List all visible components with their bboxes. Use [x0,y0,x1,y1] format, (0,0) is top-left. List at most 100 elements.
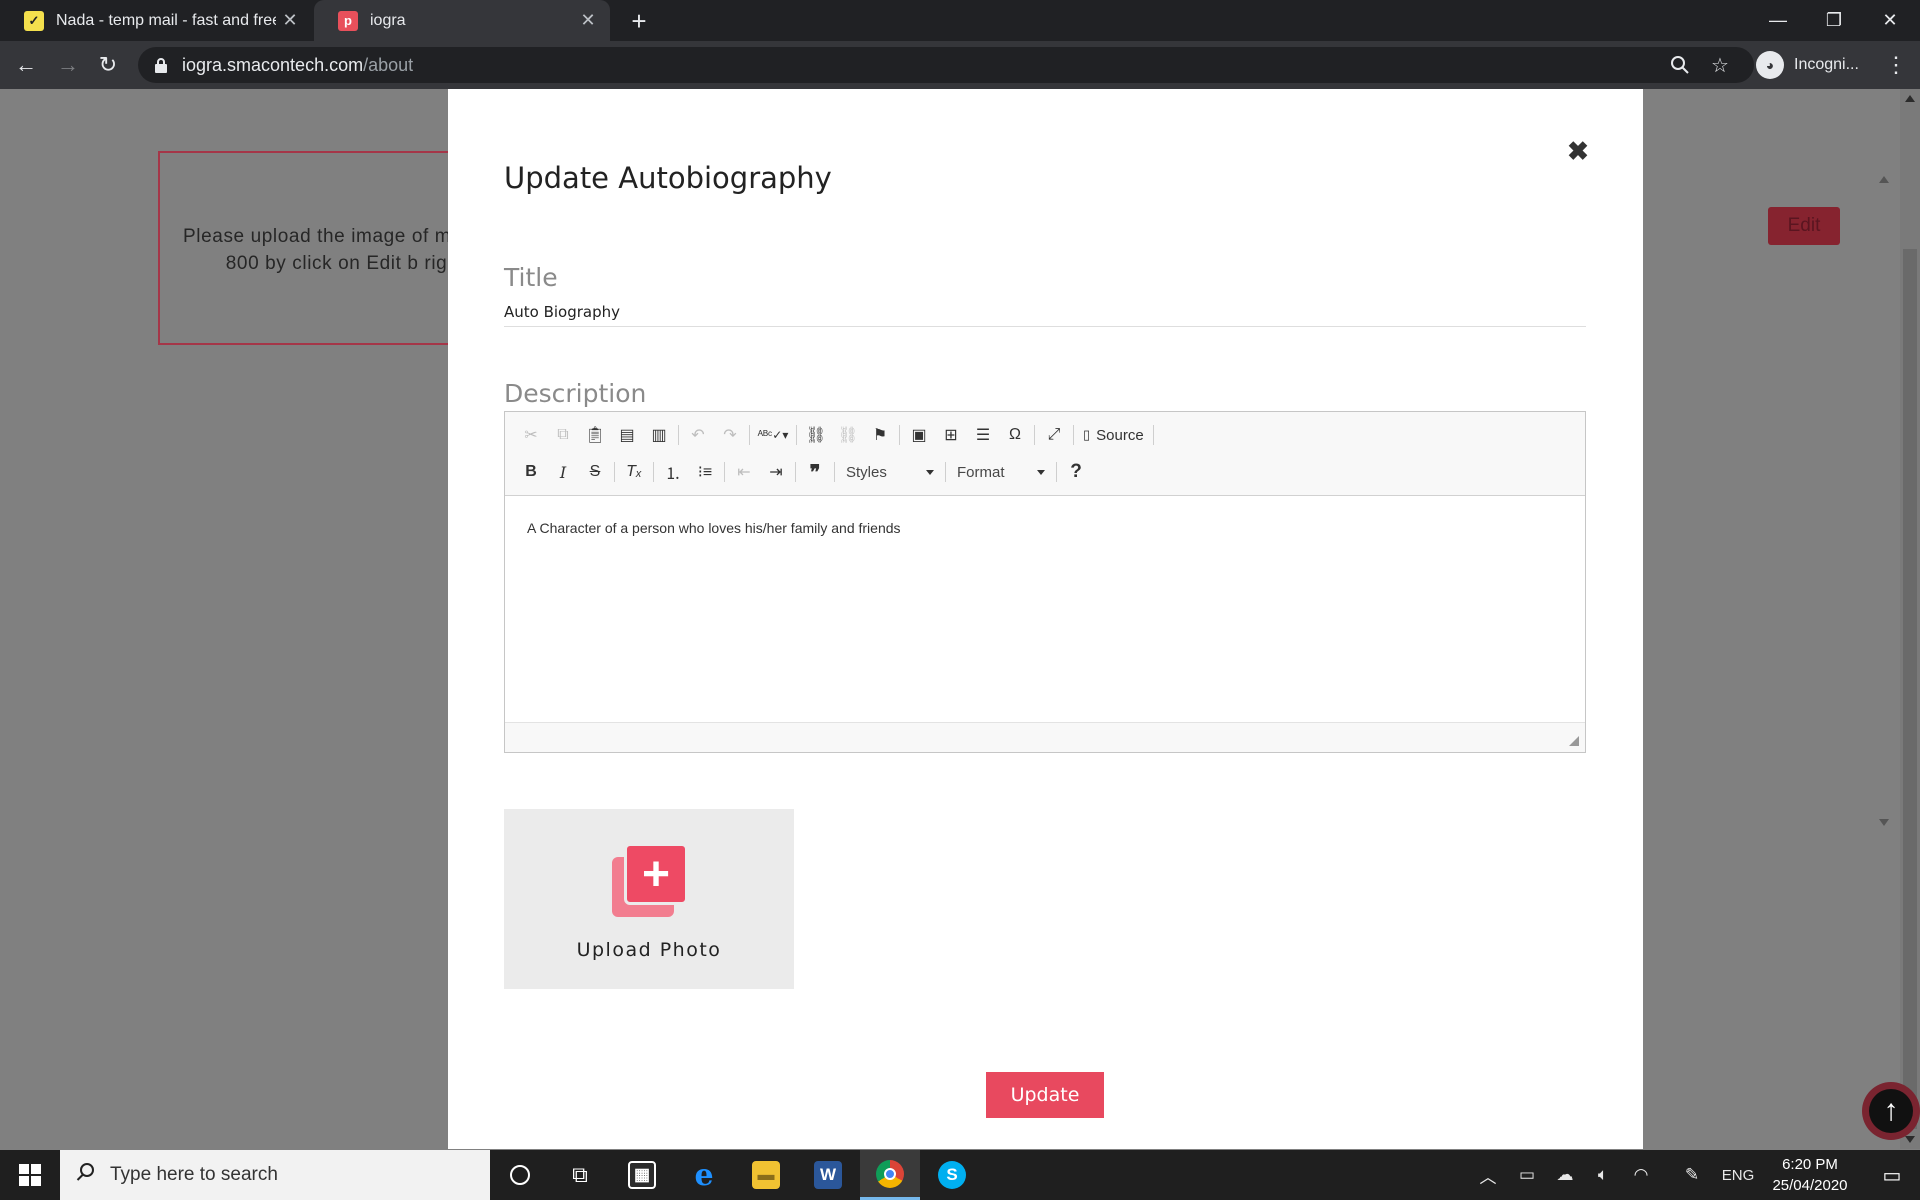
indent-icon[interactable]: ⇥ [760,458,792,486]
cortana-button[interactable] [490,1150,550,1200]
toolbar-separator [899,425,900,445]
format-dropdown[interactable]: Format [949,458,1053,486]
reload-icon[interactable]: ↻ [92,49,124,81]
volume-icon[interactable]: 🔈︎ [1586,1150,1620,1200]
language-indicator[interactable]: ENG [1718,1150,1758,1200]
scroll-up-arrow-icon[interactable] [1905,95,1915,102]
help-icon[interactable]: ? [1060,458,1092,486]
taskbar-search[interactable] [60,1150,490,1200]
blockquote-icon[interactable]: ❞ [799,458,831,486]
address-bar[interactable]: iogra.smacontech.com/about ☆ [138,47,1754,83]
editor-content-area[interactable]: A Character of a person who loves his/he… [505,496,1585,722]
new-tab-button[interactable]: + [624,6,654,36]
special-char-omega-icon[interactable]: Ω [999,421,1031,449]
wifi-icon[interactable]: ◠ [1624,1150,1658,1200]
cut-icon[interactable]: ✂ [515,421,547,449]
paste-word-icon[interactable]: ▥ [643,421,675,449]
update-button[interactable]: Update [986,1072,1104,1118]
resize-handle-icon[interactable] [1569,736,1579,746]
taskbar-word[interactable]: W [798,1150,858,1200]
zoom-icon[interactable] [1662,47,1698,83]
toolbar-separator [1056,462,1057,482]
modal-close-icon[interactable]: ✖ [1558,131,1598,171]
url-text: iogra.smacontech.com/about [182,55,413,76]
copy-icon[interactable]: ⧉ [547,421,579,449]
modal-title: Update Autobiography [504,161,832,195]
store-bag-icon: ▦ [628,1161,656,1189]
window-close-icon[interactable]: ✕ [1862,0,1918,41]
clock-time: 6:20 PM [1782,1156,1838,1173]
scrollbar-thumb[interactable] [1903,249,1917,1129]
start-button[interactable] [0,1150,60,1200]
tab-nada[interactable]: ✓ Nada - temp mail - fast and free ✕ [0,0,312,41]
taskbar-edge[interactable]: e [674,1150,734,1200]
image-icon[interactable]: ▣ [903,421,935,449]
taskbar-clock[interactable]: 6:20 PM 25/04/2020 [1762,1154,1858,1196]
edit-button[interactable]: Edit [1768,207,1840,245]
page-scrollbar[interactable] [1900,89,1920,1149]
italic-icon[interactable]: I [547,458,579,486]
taskbar-chrome[interactable] [860,1150,920,1200]
unlink-icon[interactable]: ⛓ [832,421,864,449]
title-input[interactable] [504,297,1586,327]
outdent-icon[interactable]: ⇤ [728,458,760,486]
update-autobiography-modal: ✖ Update Autobiography Title Description… [448,89,1643,1149]
tray-chevron-up-icon[interactable]: ︿ [1472,1150,1504,1200]
minimize-icon[interactable]: — [1750,0,1806,41]
styles-dropdown[interactable]: Styles [838,458,942,486]
tab-iogra[interactable]: p iogra ✕ [314,0,610,41]
remove-format-icon[interactable]: Tₓ [618,458,650,486]
numbered-list-icon[interactable]: ⒈ [657,458,689,486]
description-label: Description [504,379,647,408]
spellcheck-icon[interactable]: ᴬᴮᶜ✓▾ [753,421,793,449]
bookmark-star-icon[interactable]: ☆ [1702,47,1738,83]
editor-footer [505,722,1585,752]
scroll-to-top-button[interactable]: ↑ [1862,1082,1920,1140]
incognito-profile[interactable]: ◕ Incogni... [1756,47,1859,83]
tab-title: Nada - temp mail - fast and free [56,11,276,29]
anchor-flag-icon[interactable]: ⚑ [864,421,896,449]
taskbar-skype[interactable]: S [922,1150,982,1200]
battery-icon[interactable]: ▭ [1510,1150,1544,1200]
url-path: /about [363,54,414,75]
close-icon[interactable]: ✕ [574,7,602,35]
menu-kebab-icon[interactable]: ⋮ [1880,49,1912,81]
skype-icon: S [938,1161,966,1189]
taskbar-store[interactable]: ▦ [612,1150,672,1200]
undo-icon[interactable]: ↶ [682,421,714,449]
toolbar-separator [678,425,679,445]
redo-icon[interactable]: ↷ [714,421,746,449]
pen-workspace-icon[interactable]: ✎ [1674,1150,1710,1200]
clock-date: 25/04/2020 [1772,1177,1848,1194]
paste-text-icon[interactable]: ▤ [611,421,643,449]
task-view-button[interactable]: ⧉ [550,1150,610,1200]
scroll-down-arrow-icon[interactable] [1879,819,1889,826]
styles-label: Styles [846,463,887,481]
source-button[interactable]: ▯ Source [1077,421,1150,449]
back-arrow-icon[interactable]: ← [10,49,42,81]
paste-icon[interactable]: 📋︎ [579,421,611,449]
bold-icon[interactable]: B [515,458,547,486]
maximize-icon[interactable]: ⤢ [1038,421,1070,449]
close-icon[interactable]: ✕ [276,7,304,35]
horizontal-line-icon[interactable]: ☰ [967,421,999,449]
taskbar-search-input[interactable] [110,1164,470,1186]
folder-icon: ▬ [752,1161,780,1189]
restore-icon[interactable]: ❐ [1806,0,1862,41]
bulleted-list-icon[interactable]: ⁝≡ [689,458,721,486]
upload-photo-tile[interactable]: + Upload Photo [504,809,794,989]
notification-center-icon[interactable]: ▭ [1864,1150,1920,1200]
inner-scrollbar[interactable] [1878,176,1890,826]
scroll-down-arrow-icon[interactable] [1905,1136,1915,1143]
forward-arrow-icon[interactable]: → [52,49,84,81]
onedrive-cloud-icon[interactable]: ☁ [1548,1150,1582,1200]
incognito-icon: ◕ [1756,51,1784,79]
nada-favicon-icon: ✓ [24,10,44,31]
table-icon[interactable]: ⊞ [935,421,967,449]
link-icon[interactable]: ⛓ [800,421,832,449]
strikethrough-icon[interactable]: S [579,458,611,486]
taskbar-file-explorer[interactable]: ▬ [736,1150,796,1200]
rich-text-editor: ✂ ⧉ 📋︎ ▤ ▥ ↶ ↷ ᴬᴮᶜ✓▾ ⛓ ⛓ ⚑ ▣ ⊞ ☰ Ω ⤢ ▯ S… [504,411,1586,753]
editor-toolbar: ✂ ⧉ 📋︎ ▤ ▥ ↶ ↷ ᴬᴮᶜ✓▾ ⛓ ⛓ ⚑ ▣ ⊞ ☰ Ω ⤢ ▯ S… [505,412,1585,496]
scroll-up-arrow-icon[interactable] [1879,176,1889,183]
